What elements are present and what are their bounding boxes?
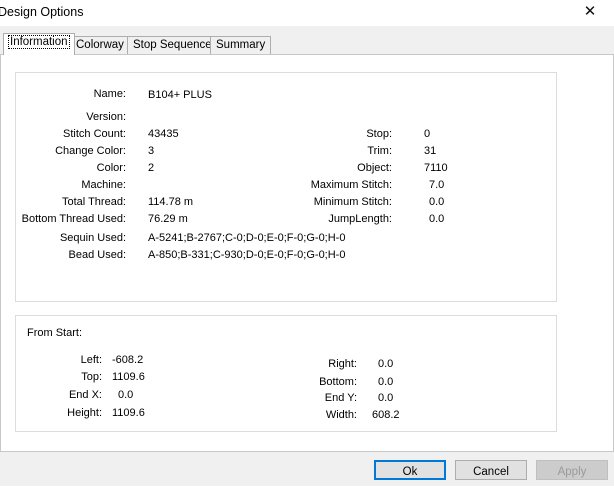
endx-label: End X: xyxy=(68,389,102,401)
top-label: Top: xyxy=(81,371,102,383)
object-label: Object: xyxy=(357,162,392,174)
from-start-title: From Start: xyxy=(27,327,83,339)
stop-value: 0 xyxy=(424,128,431,140)
design-info-group: Name: B104+ PLUS Version: Stitch Count: … xyxy=(15,72,557,302)
window-title: Design Options xyxy=(0,5,84,19)
bottom-value: 0.0 xyxy=(378,376,394,388)
stitch-count-label: Stitch Count: xyxy=(63,128,126,140)
name-value: B104+ PLUS xyxy=(148,89,212,101)
bead-label: Bead Used: xyxy=(68,249,126,261)
tab-information[interactable]: Information xyxy=(3,33,75,55)
bottom-thread-value: 76.29 m xyxy=(148,213,188,225)
height-value: 1109.6 xyxy=(112,407,145,419)
tab-stop-sequence[interactable]: Stop Sequence xyxy=(127,36,218,54)
min-stitch-value: 0.0 xyxy=(429,196,445,208)
tab-stop-sequence-label: Stop Sequence xyxy=(133,39,212,51)
cancel-button[interactable]: Cancel xyxy=(455,460,527,480)
total-thread-value: 114.78 m xyxy=(148,196,194,208)
color-value: 2 xyxy=(148,162,155,174)
width-label: Width: xyxy=(325,409,357,421)
tab-colorway[interactable]: Colorway xyxy=(70,36,130,54)
right-label: Right: xyxy=(328,358,357,370)
left-label: Left: xyxy=(80,354,102,366)
title-bar: Design Options ✕ xyxy=(0,0,614,26)
information-panel: Name: B104+ PLUS Version: Stitch Count: … xyxy=(0,54,614,452)
apply-button[interactable]: Apply xyxy=(536,460,608,480)
jump-length-value: 0.0 xyxy=(429,213,445,225)
bottom-label: Bottom: xyxy=(319,376,357,388)
version-label: Version: xyxy=(86,111,126,123)
tab-information-label: Information xyxy=(8,35,70,49)
from-start-group: From Start: Left: -608.2 Top: 1109.6 End… xyxy=(15,315,557,432)
left-value: -608.2 xyxy=(112,354,144,366)
max-stitch-value: 7.0 xyxy=(429,179,445,191)
width-value: 608.2 xyxy=(372,409,400,421)
bottom-thread-label: Bottom Thread Used: xyxy=(21,213,126,225)
jump-length-label: JumpLength: xyxy=(328,213,392,225)
tab-strip: Information Colorway Stop Sequence Summa… xyxy=(0,33,614,55)
min-stitch-label: Minimum Stitch: xyxy=(313,196,392,208)
endy-value: 0.0 xyxy=(378,392,394,404)
height-label: Height: xyxy=(67,407,102,419)
color-label: Color: xyxy=(96,162,126,174)
close-icon[interactable]: ✕ xyxy=(580,3,600,21)
machine-label: Machine: xyxy=(81,179,126,191)
right-value: 0.0 xyxy=(378,358,394,370)
change-color-value: 3 xyxy=(148,145,155,157)
ok-button[interactable]: Ok xyxy=(374,460,446,480)
tab-summary[interactable]: Summary xyxy=(210,36,272,54)
background-strip xyxy=(0,486,614,491)
trim-label: Trim: xyxy=(367,145,392,157)
change-color-label: Change Color: xyxy=(55,145,126,157)
max-stitch-label: Maximum Stitch: xyxy=(310,179,392,191)
stop-label: Stop: xyxy=(366,128,392,140)
bead-value: A-850;B-331;C-930;D-0;E-0;F-0;G-0;H-0 xyxy=(148,249,346,261)
stitch-count-value: 43435 xyxy=(148,128,179,140)
tab-colorway-label: Colorway xyxy=(76,39,124,51)
total-thread-label: Total Thread: xyxy=(61,196,126,208)
endy-label: End Y: xyxy=(324,392,357,404)
name-label: Name: xyxy=(93,88,126,100)
sequin-value: A-5241;B-2767;C-0;D-0;E-0;F-0;G-0;H-0 xyxy=(148,232,346,244)
object-value: 7110 xyxy=(424,162,448,174)
trim-value: 31 xyxy=(424,145,437,157)
tab-summary-label: Summary xyxy=(216,39,266,51)
endx-value: 0.0 xyxy=(118,389,134,401)
top-value: 1109.6 xyxy=(112,371,145,383)
sequin-label: Sequin Used: xyxy=(59,232,126,244)
